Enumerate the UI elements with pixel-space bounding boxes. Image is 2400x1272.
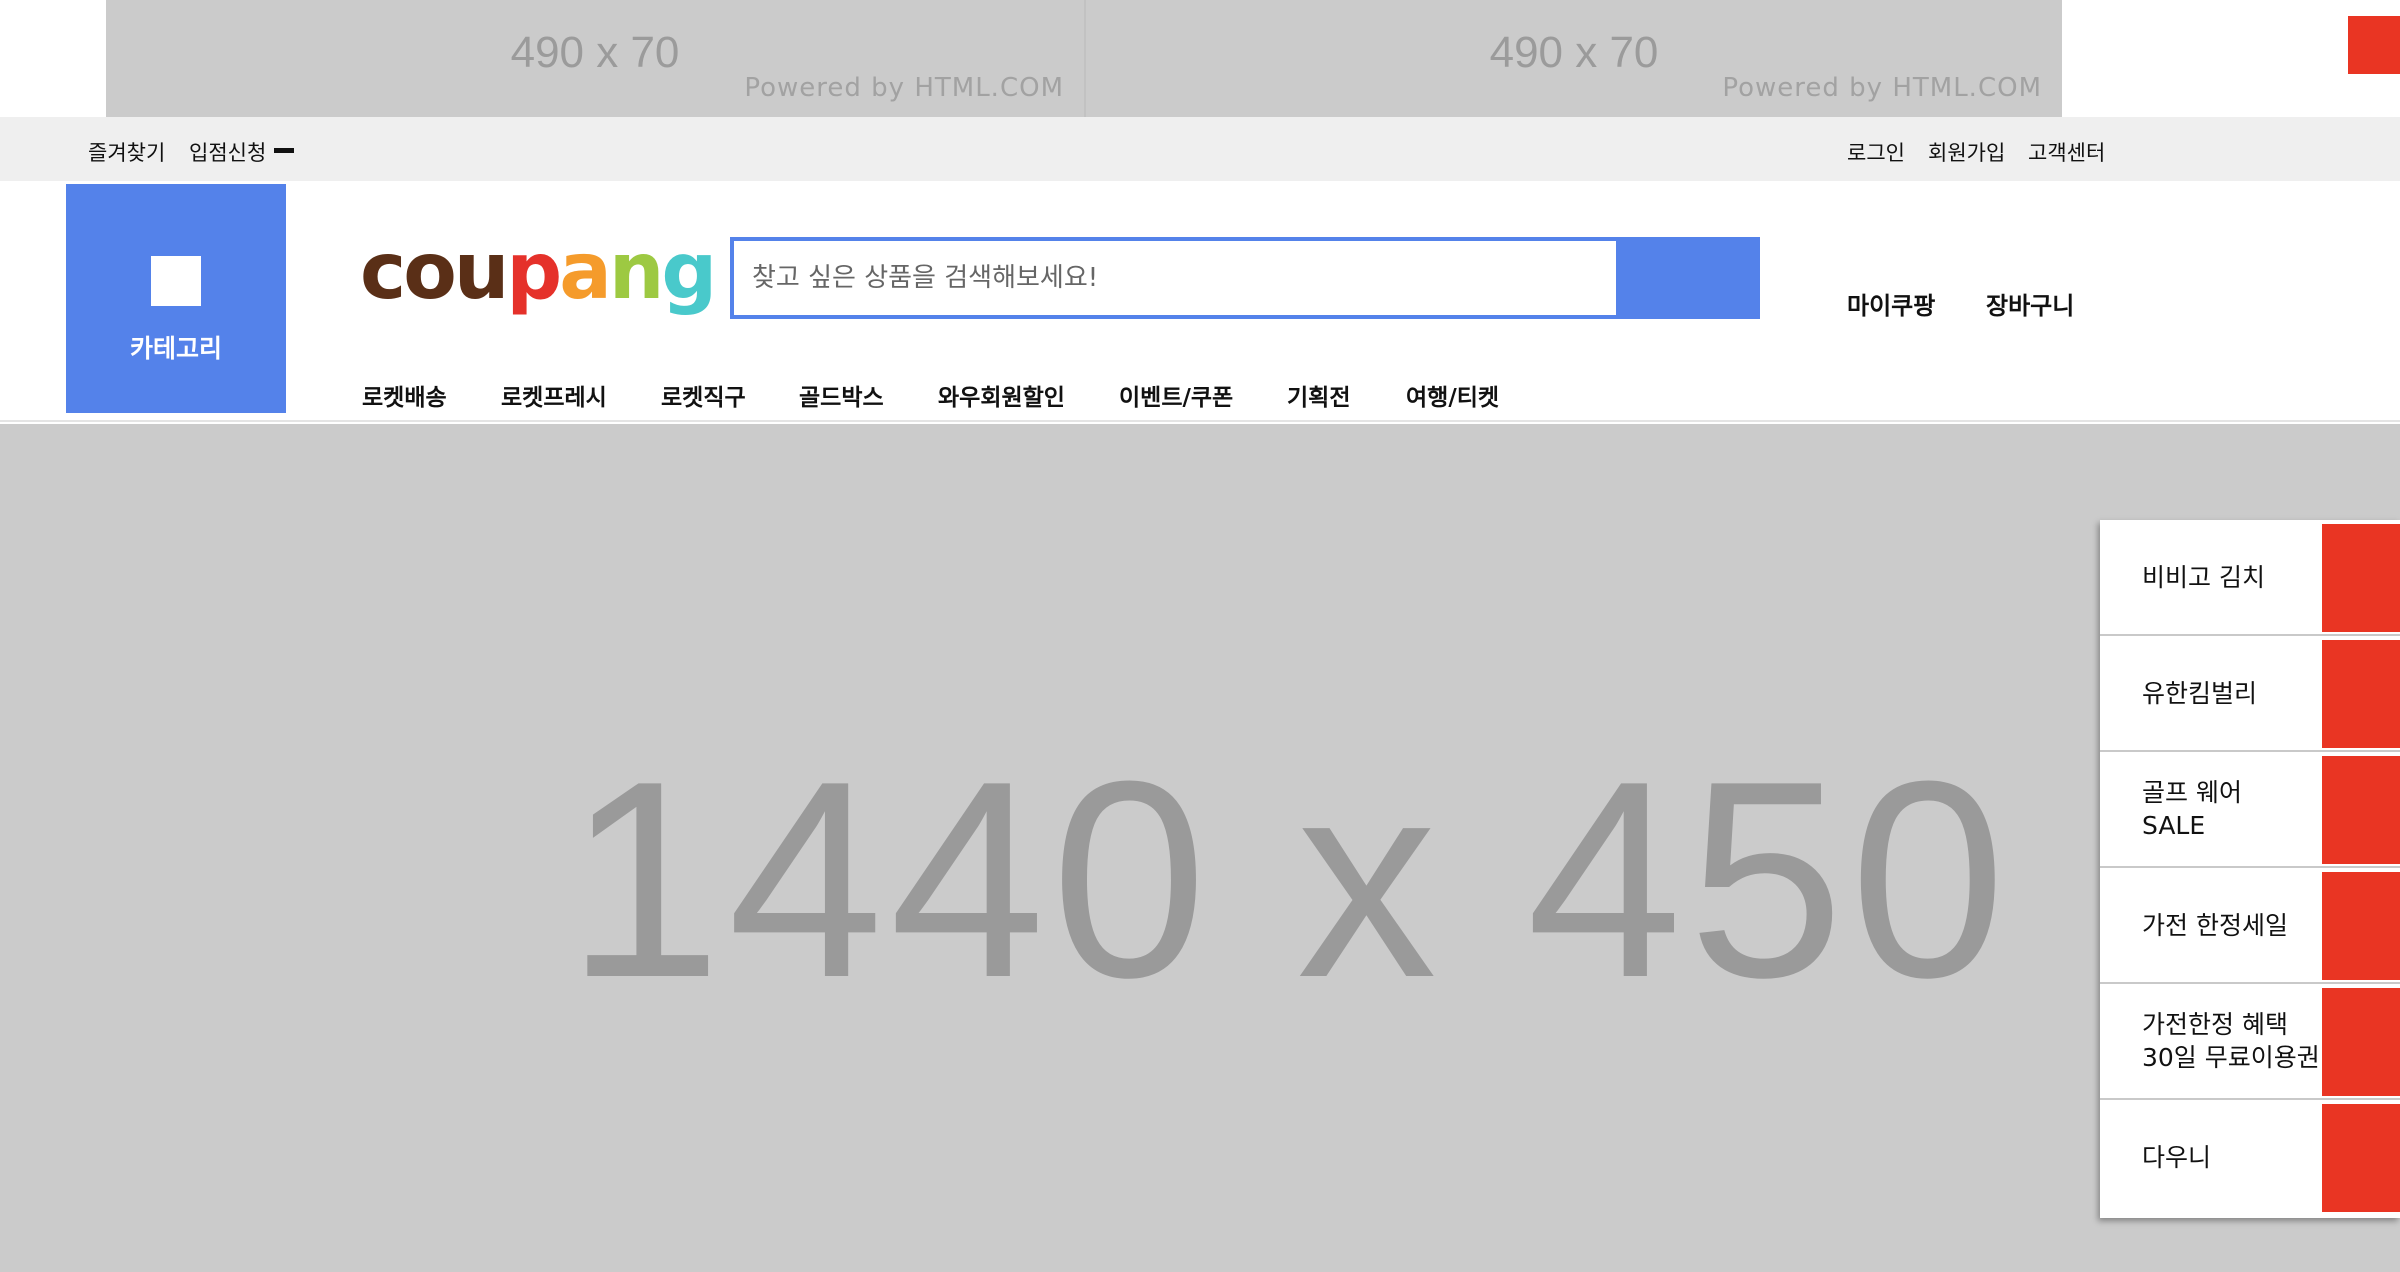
utility-bar: 즐겨찾기 입점신청 로그인 회원가입 고객센터 — [0, 117, 2400, 181]
signup-link[interactable]: 회원가입 — [1928, 137, 2005, 167]
promo-item-thumbnail — [2322, 1104, 2400, 1212]
nav-item-rocket-direct[interactable]: 로켓직구 — [661, 378, 746, 412]
search-button[interactable] — [1616, 237, 1760, 319]
search-bar — [730, 237, 1760, 319]
promo-item-label: 가전한정 혜택 30일 무료이용권 — [2142, 1010, 2320, 1072]
nav-item-exhibitions[interactable]: 기획전 — [1287, 378, 1350, 412]
promo-item[interactable]: 다우니 — [2100, 1100, 2400, 1218]
promo-item[interactable]: 비비고 김치 — [2100, 520, 2400, 636]
top-ad-banner-1[interactable]: 490 x 70 Powered by HTML.COM — [106, 0, 1084, 117]
ad-size-label: 490 x 70 — [1489, 28, 1659, 77]
nav-item-goldbox[interactable]: 골드박스 — [799, 378, 884, 412]
promo-item-label: 비비고 김치 — [2142, 562, 2265, 592]
minus-icon[interactable] — [274, 148, 294, 153]
top-ad-strip: 490 x 70 Powered by HTML.COM 490 x 70 Po… — [0, 0, 2400, 117]
nav-item-wow-discount[interactable]: 와우회원할인 — [938, 378, 1065, 412]
promo-item-label: 유한킴벌리 — [2142, 678, 2258, 708]
promo-item[interactable]: 가전한정 혜택 30일 무료이용권 — [2100, 984, 2400, 1100]
promo-item-label: 다우니 — [2142, 1142, 2212, 1172]
seller-apply-link[interactable]: 입점신청 — [189, 137, 266, 167]
customer-center-link[interactable]: 고객센터 — [2028, 137, 2105, 167]
hero-size-label: 1440 x 450 — [566, 724, 2012, 1036]
ad-powered-label: Powered by HTML.COM — [1722, 73, 2042, 103]
promo-item-thumbnail — [2322, 524, 2400, 632]
promo-side-panel: 비비고 김치 유한킴벌리 골프 웨어 SALE 가전 한정세일 가전한정 혜택 … — [2100, 520, 2400, 1218]
page: 490 x 70 Powered by HTML.COM 490 x 70 Po… — [0, 0, 2400, 1272]
nav-item-rocket-fresh[interactable]: 로켓프레시 — [501, 378, 607, 412]
category-button[interactable]: 카테고리 — [66, 184, 286, 413]
promo-item-label: 골프 웨어 SALE — [2142, 778, 2242, 840]
ad-powered-label: Powered by HTML.COM — [744, 73, 1064, 103]
my-coupang-link[interactable]: 마이쿠팡 — [1847, 286, 1935, 321]
nav-item-travel-tickets[interactable]: 여행/티켓 — [1406, 378, 1499, 412]
nav-item-events-coupons[interactable]: 이벤트/쿠폰 — [1119, 378, 1233, 412]
promo-item[interactable]: 유한킴벌리 — [2100, 636, 2400, 752]
cart-link[interactable]: 장바구니 — [1986, 286, 2074, 321]
top-ad-banner-2[interactable]: 490 x 70 Powered by HTML.COM — [1084, 0, 2062, 117]
promo-item-thumbnail — [2322, 640, 2400, 748]
nav-item-rocket-delivery[interactable]: 로켓배송 — [362, 378, 447, 412]
login-link[interactable]: 로그인 — [1847, 137, 1905, 167]
promo-item-thumbnail — [2322, 872, 2400, 980]
promo-item-thumbnail — [2322, 988, 2400, 1096]
promo-item[interactable]: 골프 웨어 SALE — [2100, 752, 2400, 868]
hero-banner[interactable]: 1440 x 450 — [0, 424, 2400, 1272]
promo-item-thumbnail — [2322, 756, 2400, 864]
search-input[interactable] — [734, 241, 1620, 315]
bookmark-link[interactable]: 즐겨찾기 — [88, 137, 165, 167]
menu-icon — [151, 256, 201, 306]
site-header: 카테고리 coupang 마이쿠팡 장바구니 로켓배송 로켓프레시 로켓직구 골… — [0, 181, 2400, 422]
promo-item[interactable]: 가전 한정세일 — [2100, 868, 2400, 984]
coupang-logo[interactable]: coupang — [360, 233, 717, 311]
ad-close-button[interactable] — [2348, 16, 2400, 74]
ad-size-label: 490 x 70 — [510, 28, 680, 77]
promo-item-label: 가전 한정세일 — [2142, 910, 2288, 940]
category-label: 카테고리 — [129, 334, 222, 363]
